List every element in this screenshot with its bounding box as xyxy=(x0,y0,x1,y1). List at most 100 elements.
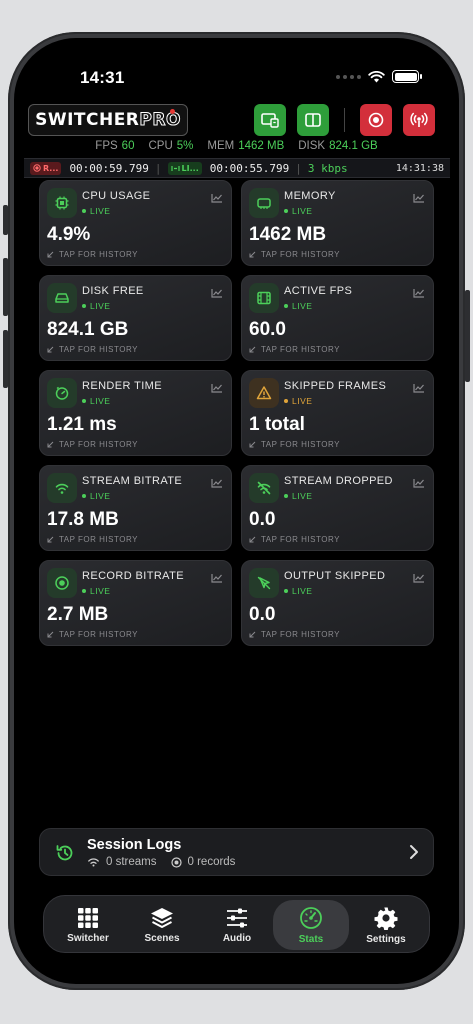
card-title: STREAM DROPPED xyxy=(284,475,393,487)
live-indicator: LIVE xyxy=(284,301,312,311)
history-hint: TAP FOR HISTORY xyxy=(249,345,340,354)
card-title: RECORD BITRATE xyxy=(82,570,184,582)
stat-card-render-time[interactable]: RENDER TIME LIVE 1.21 ms TAP FOR HISTORY xyxy=(39,370,232,456)
record-button[interactable] xyxy=(360,104,392,136)
session-logs-row[interactable]: Session Logs 0 streams 0 records xyxy=(39,828,434,876)
history-hint: TAP FOR HISTORY xyxy=(249,630,340,639)
wifi-status-icon xyxy=(368,70,385,82)
card-title: SKIPPED FRAMES xyxy=(284,380,387,392)
streams-count: 0 streams xyxy=(106,856,157,868)
history-hint: TAP FOR HISTORY xyxy=(47,345,138,354)
memory-icon xyxy=(257,198,271,209)
signal-icon xyxy=(336,74,361,79)
timer-bar: R... 00:00:59.799 | LI... 00:00:55.799 |… xyxy=(24,158,450,178)
arrow-icon xyxy=(249,631,256,638)
stat-card-active-fps[interactable]: ACTIVE FPS LIVE 60.0 TAP FOR HISTORY xyxy=(241,275,434,361)
tab-audio[interactable]: Audio xyxy=(199,900,275,950)
wifi-off-icon xyxy=(257,481,271,495)
arrow-icon xyxy=(47,536,54,543)
tab-switcher[interactable]: Switcher xyxy=(50,900,126,950)
rec-timer: 00:00:59.799 xyxy=(69,161,149,175)
trend-chart-icon xyxy=(211,574,222,583)
chevron-right-icon xyxy=(410,845,418,859)
stat-card-stream-dropped[interactable]: STREAM DROPPED LIVE 0.0 TAP FOR HISTORY xyxy=(241,465,434,551)
side-button xyxy=(465,290,470,382)
arrow-icon xyxy=(47,631,54,638)
tab-scenes[interactable]: Scenes xyxy=(124,900,200,950)
live-timer: 00:00:55.799 xyxy=(209,161,290,175)
rec-badge[interactable]: R... xyxy=(30,161,62,175)
card-title: ACTIVE FPS xyxy=(284,285,353,297)
history-icon xyxy=(56,845,73,861)
card-value: 1.21 ms xyxy=(47,414,117,435)
app-screen: 14:31 SWITCHER PRO FPS 60 CPU 5% MEM 1462 MB… xyxy=(14,38,459,984)
record-circle-icon xyxy=(368,112,384,128)
trend-chart-icon xyxy=(211,479,222,488)
live-indicator: LIVE xyxy=(284,586,312,596)
gauge-icon xyxy=(300,906,322,929)
records-count: 0 records xyxy=(187,856,236,868)
stat-card-output-skipped[interactable]: OUTPUT SKIPPED LIVE 0.0 TAP FOR HISTORY xyxy=(241,560,434,646)
status-time: 14:31 xyxy=(80,68,125,87)
card-value: 60.0 xyxy=(249,319,286,340)
stat-card-memory[interactable]: MEMORY LIVE 1462 MB TAP FOR HISTORY xyxy=(241,180,434,266)
stat-card-skipped-frames[interactable]: SKIPPED FRAMES LIVE 1 total TAP FOR HIST… xyxy=(241,370,434,456)
trend-chart-icon xyxy=(413,289,424,298)
gear-icon xyxy=(374,907,398,930)
history-hint: TAP FOR HISTORY xyxy=(249,440,340,449)
tab-settings[interactable]: Settings xyxy=(348,900,424,950)
multiview-button[interactable] xyxy=(254,104,286,136)
trend-chart-icon xyxy=(413,384,424,393)
timer-icon xyxy=(55,386,69,400)
trend-chart-icon xyxy=(211,384,222,393)
live-indicator: LIVE xyxy=(82,586,110,596)
battery-icon xyxy=(392,70,422,83)
card-value: 1462 MB xyxy=(249,224,327,245)
arrow-icon xyxy=(47,441,54,448)
split-view-button[interactable] xyxy=(297,104,329,136)
live-indicator: LIVE xyxy=(284,491,312,501)
arrow-icon xyxy=(249,441,256,448)
live-badge[interactable]: LI... xyxy=(167,161,202,175)
record-dot-icon xyxy=(33,164,41,172)
stat-card-cpu-usage[interactable]: CPU USAGE LIVE 4.9% TAP FOR HISTORY xyxy=(39,180,232,266)
history-hint: TAP FOR HISTORY xyxy=(47,440,138,449)
record-icon xyxy=(55,576,69,590)
live-indicator: LIVE xyxy=(82,396,110,406)
stat-card-disk-free[interactable]: DISK FREE LIVE 824.1 GB TAP FOR HISTORY xyxy=(39,275,232,361)
trend-chart-icon xyxy=(211,194,222,203)
history-hint: TAP FOR HISTORY xyxy=(47,250,138,259)
cpu-icon xyxy=(55,196,69,210)
stat-card-stream-bitrate[interactable]: STREAM BITRATE LIVE 17.8 MB TAP FOR HIST… xyxy=(39,465,232,551)
arrow-icon xyxy=(249,536,256,543)
monitor-icon xyxy=(261,113,279,128)
stat-card-record-bitrate[interactable]: RECORD BITRATE LIVE 2.7 MB TAP FOR HISTO… xyxy=(39,560,232,646)
trend-chart-icon xyxy=(413,194,424,203)
arrow-icon xyxy=(249,346,256,353)
live-indicator: LIVE xyxy=(82,491,110,501)
card-title: OUTPUT SKIPPED xyxy=(284,570,386,582)
arrow-icon xyxy=(47,346,54,353)
history-hint: TAP FOR HISTORY xyxy=(47,535,138,544)
stats-grid: CPU USAGE LIVE 4.9% TAP FOR HISTORY MEMO… xyxy=(39,180,434,646)
card-title: DISK FREE xyxy=(82,285,144,297)
tab-stats[interactable]: Stats xyxy=(273,900,349,950)
cursor-off-icon xyxy=(257,576,271,590)
card-value: 2.7 MB xyxy=(47,604,109,625)
live-indicator: LIVE xyxy=(284,396,312,406)
history-hint: TAP FOR HISTORY xyxy=(249,535,340,544)
metrics-strip: FPS 60 CPU 5% MEM 1462 MB DISK 824.1 GB xyxy=(95,140,378,152)
history-hint: TAP FOR HISTORY xyxy=(47,630,138,639)
broadcast-icon xyxy=(410,112,428,127)
live-icon xyxy=(170,165,180,171)
arrow-icon xyxy=(249,251,256,258)
side-button xyxy=(3,205,8,235)
card-value: 824.1 GB xyxy=(47,319,129,340)
arrow-icon xyxy=(47,251,54,258)
warning-icon xyxy=(256,386,272,400)
card-value: 0.0 xyxy=(249,604,276,625)
card-value: 17.8 MB xyxy=(47,509,119,530)
broadcast-button[interactable] xyxy=(403,104,435,136)
card-title: MEMORY xyxy=(284,190,336,202)
live-indicator: LIVE xyxy=(82,301,110,311)
